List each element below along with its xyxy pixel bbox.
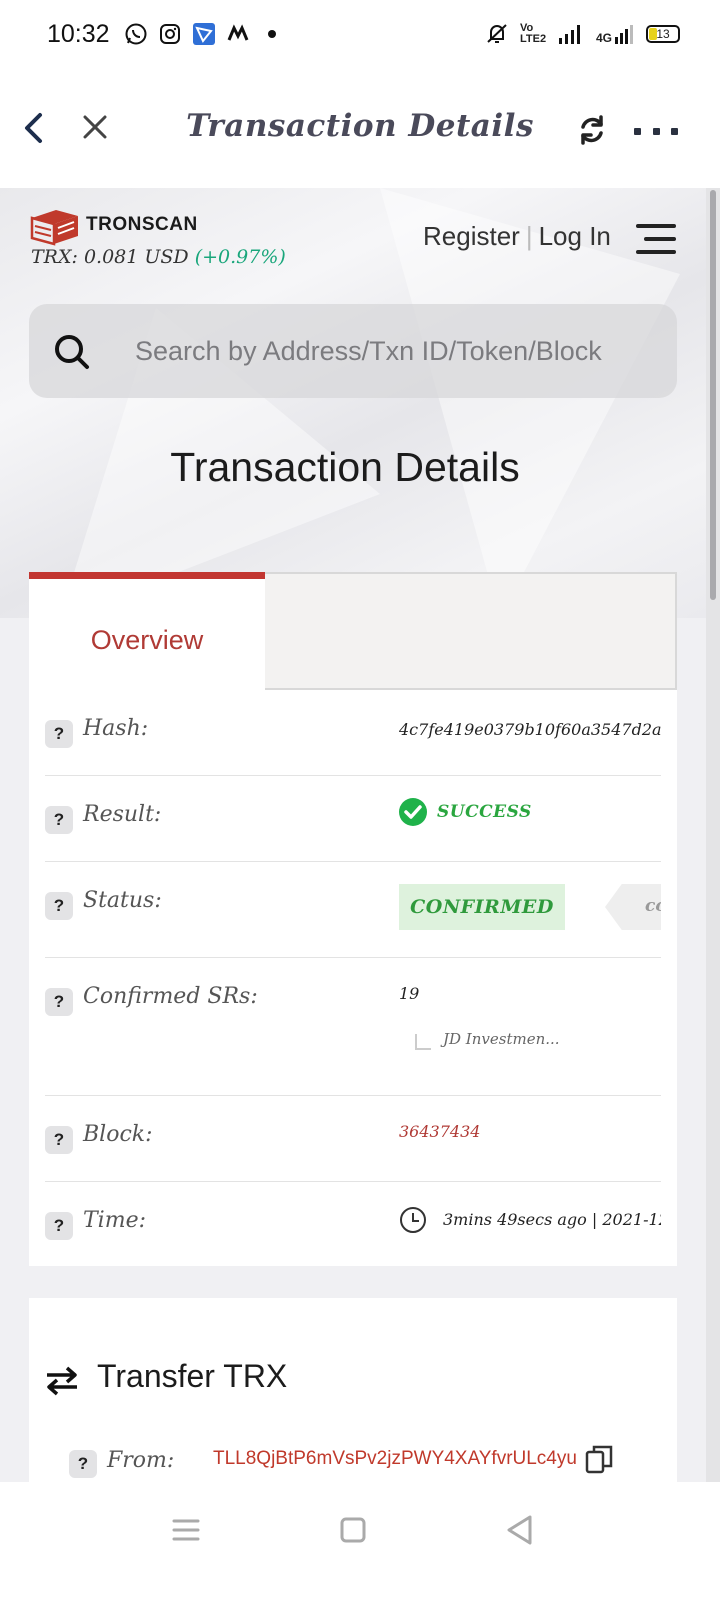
status-badge: CONFIRMED [399, 884, 565, 930]
confirmation-badge: co [605, 884, 661, 930]
row-status: ? Status: CONFIRMED co [45, 862, 661, 958]
auth-separator: | [525, 221, 533, 251]
tab-overview[interactable]: Overview [29, 572, 265, 690]
system-nav-bar [0, 1482, 720, 1600]
clock-icon [400, 1207, 426, 1233]
confirmation-badge-text: co [645, 896, 661, 916]
instagram-icon [158, 22, 182, 46]
whatsapp-icon [124, 22, 148, 46]
scrollbar-thumb[interactable] [710, 190, 716, 600]
status-bar: 10:32 Vo LTE2 4G 13 [0, 0, 720, 72]
trx-price: TRX: 0.081 USD (+0.97%) [31, 246, 286, 268]
tab-overview-label: Overview [90, 625, 204, 655]
brand-name[interactable]: TRONSCAN [86, 214, 198, 236]
web-view: TRONSCAN TRX: 0.081 USD (+0.97%) Registe… [0, 188, 706, 1482]
volte-icon: Vo LTE2 [519, 22, 547, 45]
notification-icons [124, 22, 284, 46]
network-4g-icon: 4G [596, 23, 634, 45]
help-icon[interactable]: ? [45, 1126, 73, 1154]
m-app-icon [226, 22, 250, 46]
auth-links: Register | Log In [423, 221, 611, 252]
help-icon[interactable]: ? [45, 892, 73, 920]
tree-connector-icon [415, 1034, 431, 1050]
row-hash: ? Hash: 4c7fe419e0379b10f60a3547d2ab30 [45, 690, 661, 776]
mute-bell-icon [487, 24, 507, 43]
home-icon[interactable] [333, 1510, 373, 1550]
hash-label: Hash: [83, 716, 149, 741]
help-icon[interactable]: ? [45, 720, 73, 748]
status-time: 10:32 [47, 20, 110, 48]
help-icon[interactable]: ? [45, 1212, 73, 1240]
sr-list-item[interactable]: JD Investmen... [443, 1030, 643, 1048]
tronscan-app-icon [192, 22, 216, 46]
signal-icon [558, 25, 580, 44]
system-icons: Vo LTE2 4G 13 [486, 22, 680, 46]
result-value: SUCCESS [437, 802, 532, 822]
transfer-heading: Transfer TRX [97, 1358, 288, 1394]
login-link[interactable]: Log In [539, 221, 611, 252]
row-confirmed-srs: ? Confirmed SRs: 19 JD Investmen... [45, 958, 661, 1096]
row-result: ? Result: SUCCESS [45, 776, 661, 862]
refresh-icon[interactable] [576, 114, 608, 146]
transfer-card: Transfer TRX ? From: TLL8QjBtP6mVsPv2jzP… [29, 1298, 677, 1482]
tab-placeholder [265, 572, 677, 690]
tronscan-logo-icon [30, 210, 78, 246]
trx-price-change: (+0.97%) [194, 246, 286, 268]
from-address-link[interactable]: TLL8QjBtP6mVsPv2jzPWY4XAYfvrULc4yu [213, 1448, 577, 1470]
page-title: Transaction Details [170, 444, 520, 490]
more-options-icon[interactable] [634, 128, 678, 136]
back-icon[interactable] [500, 1510, 540, 1550]
confirmed-srs-label: Confirmed SRs: [83, 984, 258, 1009]
from-label: From: [107, 1448, 175, 1473]
status-label: Status: [83, 888, 162, 913]
help-icon[interactable]: ? [69, 1450, 97, 1478]
help-icon[interactable]: ? [45, 988, 73, 1016]
swap-arrows-icon [47, 1366, 77, 1396]
time-value: 3mins 49secs ago | 2021-12-18 [443, 1210, 661, 1229]
app-bar: Transaction Details [0, 72, 720, 190]
app-bar-title: Transaction Details [186, 108, 534, 144]
confirmed-srs-count: 19 [399, 984, 420, 1003]
menu-icon[interactable] [634, 222, 676, 256]
copy-icon[interactable] [585, 1444, 613, 1474]
battery-icon: 13 [646, 25, 680, 43]
recent-apps-icon[interactable] [166, 1510, 206, 1550]
transaction-overview-card: Overview ? Hash: 4c7fe419e0379b10f60a354… [29, 572, 677, 1266]
register-link[interactable]: Register [423, 221, 520, 252]
time-label: Time: [83, 1208, 147, 1233]
result-label: Result: [83, 802, 162, 827]
row-block: ? Block: 36437434 [45, 1096, 661, 1182]
search-icon[interactable] [53, 333, 91, 371]
help-icon[interactable]: ? [45, 806, 73, 834]
search-input[interactable] [135, 326, 655, 376]
scrollbar[interactable] [706, 188, 720, 1482]
tab-bar: Overview [29, 572, 677, 690]
row-time: ? Time: 3mins 49secs ago | 2021-12-18 [45, 1182, 661, 1266]
hash-value[interactable]: 4c7fe419e0379b10f60a3547d2ab30 [399, 720, 661, 739]
success-check-icon [399, 798, 427, 826]
search-bar [29, 304, 677, 398]
dot-icon [260, 22, 284, 46]
block-label: Block: [83, 1122, 153, 1147]
block-link[interactable]: 36437434 [399, 1122, 480, 1141]
